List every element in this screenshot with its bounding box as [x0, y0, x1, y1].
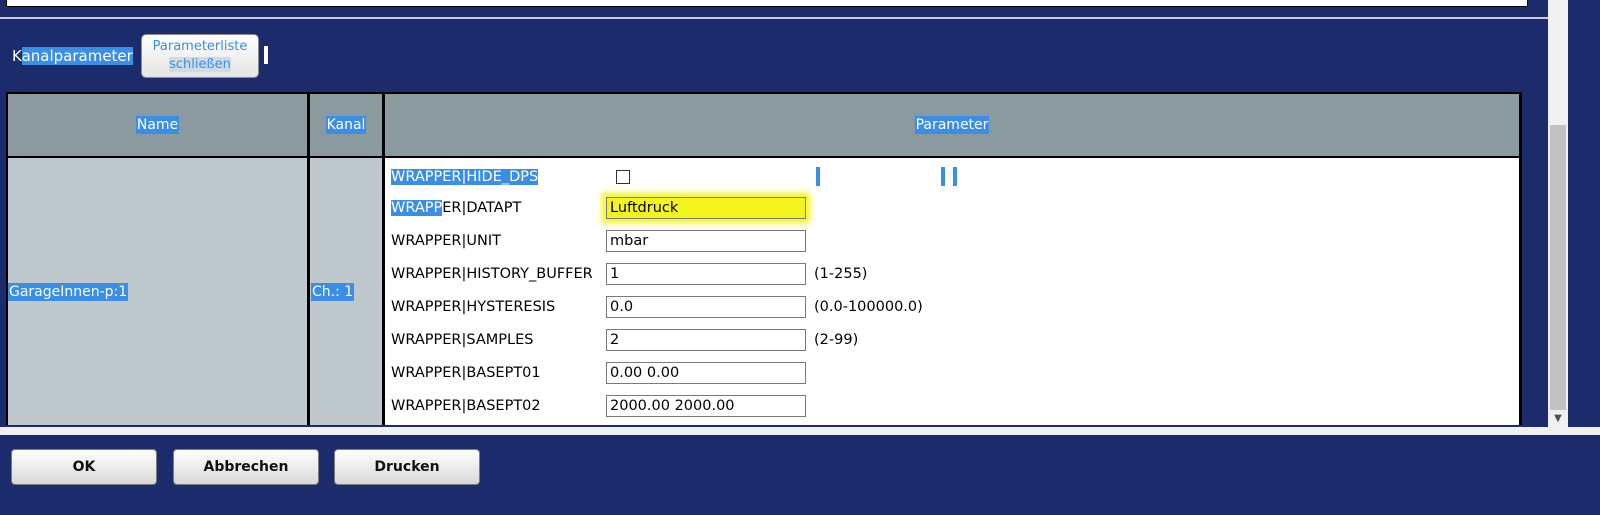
column-header-kanal: Kanal [310, 94, 382, 156]
close-parameter-list-button[interactable]: Parameterliste schließen [141, 34, 259, 78]
footer-divider [0, 427, 1600, 435]
top-panel [6, 0, 1528, 7]
range-hint: (1-255) [814, 266, 868, 282]
selection-mark [953, 167, 957, 186]
datapt-input[interactable]: Luftdruck [606, 197, 806, 219]
print-button[interactable]: Drucken [334, 449, 480, 485]
param-label: WRAPPER|HYSTERESIS [391, 299, 556, 315]
parameters-cell: WRAPPER|HIDE_DPS WRAPPER|DATAPT Luftdruc… [385, 158, 1519, 425]
kanalparameter-label: Kanalparameter [12, 47, 133, 65]
param-row-basept02: WRAPPER|BASEPT02 2000.00 2000.00 [391, 393, 806, 419]
selection-mark [816, 167, 820, 186]
hide-dps-checkbox[interactable] [616, 170, 630, 184]
hysteresis-input[interactable]: 0.0 [606, 296, 806, 318]
range-hint: (0.0-100000.0) [814, 299, 923, 315]
cancel-button[interactable]: Abbrechen [173, 449, 319, 485]
param-label: WRAPPER|SAMPLES [391, 332, 534, 348]
param-row-hide-dps: WRAPPER|HIDE_DPS [391, 164, 630, 190]
param-label: WRAPPER|HIDE_DPS [391, 169, 539, 185]
ok-button[interactable]: OK [11, 449, 157, 485]
column-header-parameter: Parameter [385, 94, 1519, 156]
param-label: WRAPPER|UNIT [391, 233, 501, 249]
column-header-name: Name [8, 94, 307, 156]
divider [0, 17, 1568, 19]
scrollbar-thumb[interactable] [1550, 125, 1566, 410]
text-caret [264, 46, 268, 64]
parameter-table: Name Kanal Parameter GarageInnen-p:1 Ch.… [6, 92, 1522, 425]
param-row-samples: WRAPPER|SAMPLES 2 (2-99) [391, 327, 858, 353]
basept01-input[interactable]: 0.00 0.00 [606, 362, 806, 384]
samples-input[interactable]: 2 [606, 329, 806, 351]
scroll-down-arrow-icon[interactable]: ▼ [1548, 410, 1568, 428]
channel-cell: Ch.: 1 [310, 158, 382, 425]
param-row-hysteresis: WRAPPER|HYSTERESIS 0.0 (0.0-100000.0) [391, 294, 923, 320]
unit-input[interactable]: mbar [606, 230, 806, 252]
param-label: WRAPPER|BASEPT02 [391, 398, 541, 414]
range-hint: (2-99) [814, 332, 859, 348]
vertical-scrollbar[interactable]: ▼ [1548, 0, 1568, 430]
param-row-history-buffer: WRAPPER|HISTORY_BUFFER 1 (1-255) [391, 261, 867, 287]
device-name-cell: GarageInnen-p:1 [8, 158, 307, 425]
param-label: WRAPPER|BASEPT01 [391, 365, 541, 381]
param-label: WRAPPER|DATAPT [391, 200, 522, 216]
param-label: WRAPPER|HISTORY_BUFFER [391, 266, 593, 282]
history-buffer-input[interactable]: 1 [606, 263, 806, 285]
basept02-input[interactable]: 2000.00 2000.00 [606, 395, 806, 417]
param-row-datapt: WRAPPER|DATAPT Luftdruck [391, 195, 806, 221]
selection-mark [941, 167, 945, 186]
param-row-unit: WRAPPER|UNIT mbar [391, 228, 806, 254]
param-row-basept01: WRAPPER|BASEPT01 0.00 0.00 [391, 360, 806, 386]
